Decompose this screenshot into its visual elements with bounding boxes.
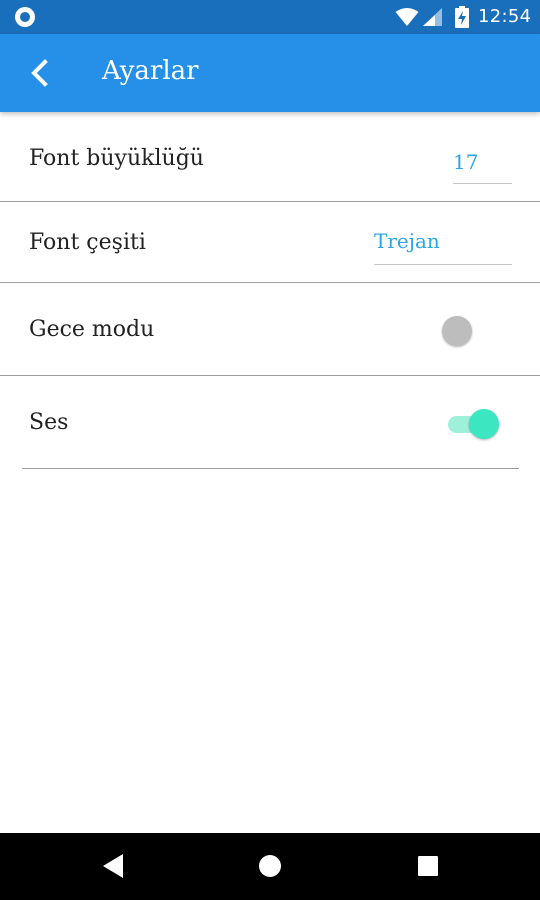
font-size-value: 17: [453, 150, 479, 174]
signal-icon: [423, 8, 442, 26]
wifi-icon: [395, 8, 419, 26]
switch-thumb: [469, 409, 499, 439]
notification-icon: [15, 7, 35, 27]
divider: [22, 468, 519, 469]
app-bar: Ayarlar: [0, 34, 540, 112]
page-title: Ayarlar: [102, 56, 199, 86]
battery-charging-icon: [455, 6, 469, 28]
recents-square-icon[interactable]: [416, 853, 440, 879]
font-type-value: Trejan: [374, 229, 440, 253]
font-size-input[interactable]: 17: [453, 148, 512, 184]
back-triangle-icon[interactable]: [101, 853, 125, 879]
night-mode-switch[interactable]: [442, 316, 472, 346]
status-bar: 12:54: [0, 0, 540, 34]
font-size-label: Font büyüklüğü: [29, 146, 204, 171]
home-circle-icon[interactable]: [258, 853, 282, 879]
night-mode-label: Gece modu: [29, 317, 155, 342]
status-time: 12:54: [478, 6, 532, 27]
font-type-label: Font çeşiti: [29, 230, 146, 255]
sound-switch[interactable]: [446, 409, 500, 439]
chevron-left-icon[interactable]: [24, 56, 58, 90]
font-type-select[interactable]: Trejan: [374, 229, 512, 265]
navigation-bar: [0, 833, 540, 900]
sound-label: Ses: [29, 410, 69, 435]
